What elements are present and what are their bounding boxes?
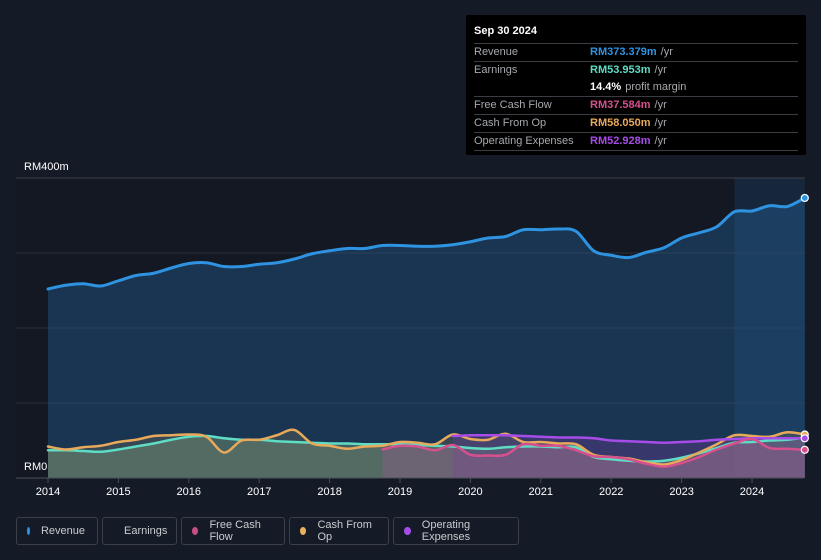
x-tick-label: 2024 — [740, 486, 764, 498]
tooltip-value: RM373.379m — [590, 46, 657, 58]
legend-item-revenue[interactable]: Revenue — [16, 517, 98, 545]
tooltip-unit: /yr — [654, 64, 667, 76]
tooltip-label — [474, 79, 590, 96]
legend-dot-icon — [404, 527, 411, 535]
x-tick-label: 2016 — [177, 486, 201, 498]
legend-label: Revenue — [40, 525, 85, 537]
legend-dot-icon — [192, 527, 199, 535]
x-tick-label: 2014 — [36, 486, 60, 498]
tooltip-unit: profit margin — [625, 81, 687, 93]
legend-label: Free Cash Flow — [209, 519, 261, 543]
x-tick-label: 2019 — [388, 486, 412, 498]
tooltip-unit: /yr — [654, 99, 667, 111]
tooltip-row-profit-margin: 14.4% profit margin — [474, 79, 798, 97]
legend-item-earnings[interactable]: Earnings — [102, 517, 177, 545]
x-tick-label: 2022 — [599, 486, 623, 498]
legend-dot-icon — [300, 527, 307, 535]
x-tick-label: 2018 — [317, 486, 341, 498]
legend-label: Cash From Op — [317, 519, 372, 543]
tooltip-value: RM53.953m — [590, 64, 651, 76]
tooltip-label: Earnings — [474, 64, 518, 76]
tooltip-value: 14.4% — [590, 81, 622, 93]
tooltip-row-revenue: Revenue RM373.379m /yr — [474, 44, 798, 62]
tooltip-row-operating-expenses: Operating Expenses RM52.928m /yr — [474, 133, 798, 151]
tooltip-unit: /yr — [660, 46, 673, 58]
x-tick-label: 2021 — [529, 486, 553, 498]
tooltip-value: RM37.584m — [590, 99, 651, 111]
tooltip-label: Revenue — [474, 46, 519, 58]
legend-label: Operating Expenses — [421, 519, 471, 543]
end-marker-operating-expenses — [800, 434, 809, 443]
tooltip-row-free-cash-flow: Free Cash Flow RM37.584m /yr — [474, 97, 798, 115]
tooltip-label: Free Cash Flow — [474, 99, 552, 111]
legend-dot-icon — [27, 527, 30, 535]
tooltip-label: Operating Expenses — [474, 135, 574, 147]
tooltip-label: Cash From Op — [474, 117, 547, 129]
tooltip-row-earnings: Earnings RM53.953m /yr — [474, 62, 798, 79]
legend-item-cash-from-op[interactable]: Cash From Op — [289, 517, 389, 545]
y-axis-label-min: RM0 — [24, 461, 47, 473]
tooltip-value: RM58.050m — [590, 117, 651, 129]
legend-label: Earnings — [124, 525, 168, 537]
y-axis-label-max: RM400m — [24, 161, 69, 173]
x-tick-label: 2015 — [106, 486, 130, 498]
x-tick-label: 2017 — [247, 486, 271, 498]
tooltip-panel: Sep 30 2024 Revenue RM373.379m /yr Earni… — [466, 15, 806, 155]
tooltip-unit: /yr — [654, 135, 667, 147]
tooltip-value: RM52.928m — [590, 135, 651, 147]
chart-legend: Revenue Earnings Free Cash Flow Cash Fro… — [16, 517, 519, 545]
end-marker-free-cash-flow — [800, 445, 809, 454]
x-tick-label: 2020 — [458, 486, 482, 498]
end-marker-revenue — [800, 193, 809, 203]
tooltip-unit: /yr — [654, 117, 667, 129]
tooltip-row-cash-from-op: Cash From Op RM58.050m /yr — [474, 115, 798, 133]
legend-item-operating-expenses[interactable]: Operating Expenses — [393, 517, 519, 545]
tooltip-date: Sep 30 2024 — [474, 23, 798, 44]
legend-item-free-cash-flow[interactable]: Free Cash Flow — [181, 517, 285, 545]
x-tick-label: 2023 — [669, 486, 693, 498]
